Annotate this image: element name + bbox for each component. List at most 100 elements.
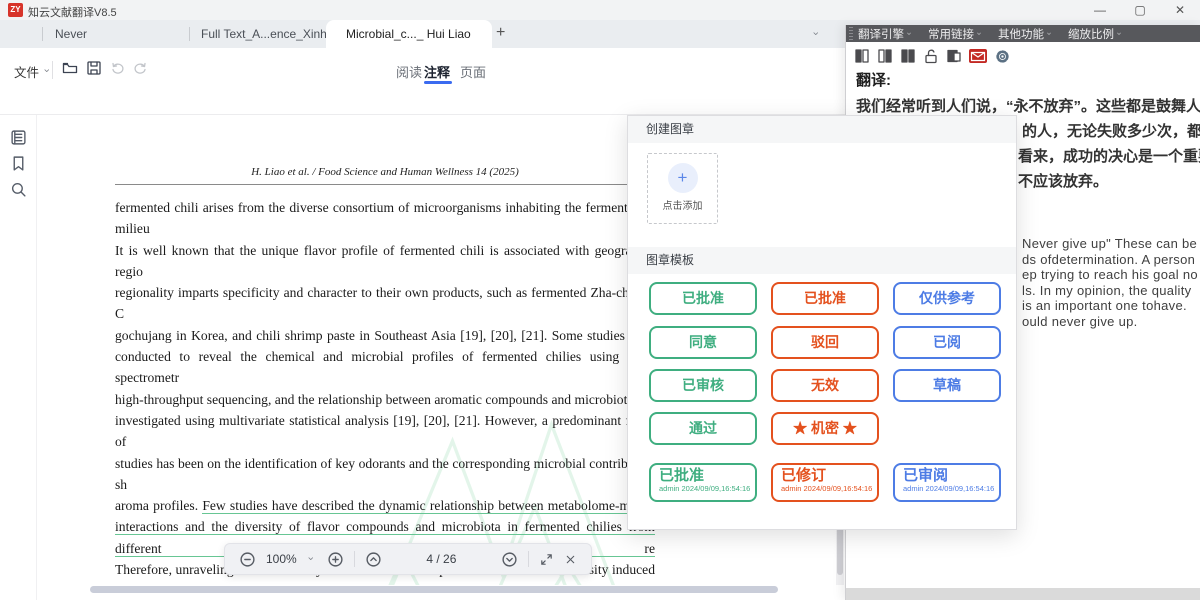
add-stamp-button[interactable]: + 点击添加 [647,153,718,224]
zoom-in-icon[interactable] [327,551,344,568]
translation-window-footer [846,588,1200,600]
document-line: high-throughput sequencing, and the rela… [115,389,655,410]
menu-缩放比例[interactable]: 缩放比例 [1068,26,1124,42]
zoom-level-chevron-icon[interactable] [307,554,317,564]
stamp-template[interactable]: 已批准 [649,282,757,315]
main-toolbar: 文件 阅读 注释 页面 SUUT [0,48,845,115]
stamp-template[interactable]: 草稿 [893,369,1001,402]
document-line: studies has been on the identification o… [115,453,655,496]
title-bar: ZY 知云文献翻译V8.5 — ▢ ✕ [0,0,1200,20]
left-sidebar [0,115,37,600]
undo-icon[interactable] [110,60,130,80]
source-line: ls. In my opinion, the quality [1022,283,1191,298]
app-logo: ZY [8,3,23,17]
menu-其他功能[interactable]: 其他功能 [998,26,1054,42]
add-stamp-label: 点击添加 [648,197,717,212]
tab-never[interactable]: Never [55,20,87,48]
toolbar-separator [52,61,53,79]
stamp-template[interactable]: 已审核 [649,369,757,402]
settings-gear-icon[interactable] [994,48,1011,65]
layout-double-icon[interactable] [877,48,893,64]
open-file-icon[interactable] [62,60,82,80]
source-line: ep trying to reach his goal no [1022,267,1198,282]
chevron-down-icon [1116,30,1124,38]
redo-icon[interactable] [132,60,152,80]
mail-icon[interactable] [969,49,987,64]
document-line: It is well known that the unique flavor … [115,240,655,283]
zoom-out-icon[interactable] [239,551,256,568]
stamp-templates-title: 图章模板 [628,247,1016,274]
tab-annotate[interactable]: 注释 [424,62,450,81]
split-view-icon[interactable] [946,48,962,64]
source-line: Never give up" These can be [1022,236,1197,251]
close-pill-icon[interactable] [564,553,577,566]
active-tab-underline [424,81,452,84]
tab-separator [189,27,190,41]
tab-fulltext[interactable]: Full Text_A...ence_Xinhua [201,20,340,48]
tab-list-chevron-icon[interactable] [812,29,822,39]
menu-常用链接[interactable]: 常用链接 [928,26,984,42]
close-button[interactable]: ✕ [1165,0,1195,20]
fullscreen-icon[interactable] [539,552,554,567]
plus-icon: + [668,163,698,193]
document-line: regionality imparts specificity and char… [115,282,655,325]
stamp-template[interactable]: ★ 机密 ★ [771,412,879,445]
page-indicator: 4 / 26 [426,552,456,566]
drag-grip[interactable] [849,27,853,40]
pill-separator [528,551,529,567]
stamp-template-signed[interactable]: 已批准admin 2024/09/09,16:54:16 [649,463,757,502]
document-line: gochujang in Korea, and chili shrimp pas… [115,325,655,346]
unlock-icon[interactable] [923,48,939,64]
document-header: H. Liao et al. / Food Science and Human … [115,166,655,178]
document-line: investigated using multivariate statisti… [115,410,655,453]
stamp-template-signed[interactable]: 已修订admin 2024/09/09,16:54:16 [771,463,879,502]
chevron-down-icon [906,30,914,38]
maximize-button[interactable]: ▢ [1125,0,1155,20]
file-menu[interactable]: 文件 [14,62,53,81]
pill-separator [354,551,355,567]
search-icon[interactable] [10,181,27,198]
stamp-template-signed[interactable]: 已审阅admin 2024/09/09,16:54:16 [893,463,1001,502]
document-line: aroma profiles. Few studies have describ… [115,495,655,516]
stamp-template[interactable]: 同意 [649,326,757,359]
layout-continuous-icon[interactable] [900,48,916,64]
header-rule [115,184,660,185]
stamp-template[interactable]: 无效 [771,369,879,402]
stamp-panel: 创建图章 + 点击添加 图章模板 已批准已批准仅供参考同意驳回已阅已审核无效草稿… [627,115,1017,530]
stamp-template[interactable]: 已批准 [771,282,879,315]
chevron-down-icon [976,30,984,38]
source-line: ds ofdetermination. A person [1022,252,1195,267]
bookmarks-icon[interactable] [10,155,27,172]
horizontal-scrollbar[interactable] [90,586,778,593]
stamp-template[interactable]: 已阅 [893,326,1001,359]
translation-line: 我们经常听到人们说，“永不放弃”。这些都是鼓舞人心的话 [856,95,1200,116]
zoom-level[interactable]: 100% [266,552,297,566]
chevron-down-icon [1046,30,1054,38]
zoom-toolbar: 100% 4 / 26 [224,543,592,575]
create-stamp-title: 创建图章 [628,116,1016,143]
app-title: 知云文献翻译V8.5 [28,4,117,20]
translation-icon-row [854,45,1011,67]
new-tab-button[interactable]: + [496,24,505,42]
translation-label: 翻译: [856,69,891,90]
document-line: conducted to reveal the chemical and mic… [115,346,655,389]
tab-page[interactable]: 页面 [460,62,486,81]
tab-microbial-active[interactable]: Microbial_c..._ Hui Liao *✕ [326,20,492,48]
save-icon[interactable] [86,60,106,80]
layout-single-icon[interactable] [854,48,870,64]
tab-read[interactable]: 阅读 [396,62,422,81]
stamp-template[interactable]: 通过 [649,412,757,445]
next-page-icon[interactable] [501,551,518,568]
source-line: ould never give up. [1022,314,1138,329]
tab-separator [42,27,43,41]
menu-翻译引擎[interactable]: 翻译引擎 [858,26,914,42]
stamp-template[interactable]: 仅供参考 [893,282,1001,315]
thumbnails-icon[interactable] [10,129,27,146]
translation-line: 不应该放弃。 [1018,170,1108,191]
source-line: is an important one tohave. [1022,298,1187,313]
document-line: fermented chili arises from the diverse … [115,197,655,240]
previous-page-icon[interactable] [365,551,382,568]
translation-line: 的人，无论失败多少次，都会 [1022,120,1200,141]
stamp-template[interactable]: 驳回 [771,326,879,359]
minimize-button[interactable]: — [1085,0,1115,20]
